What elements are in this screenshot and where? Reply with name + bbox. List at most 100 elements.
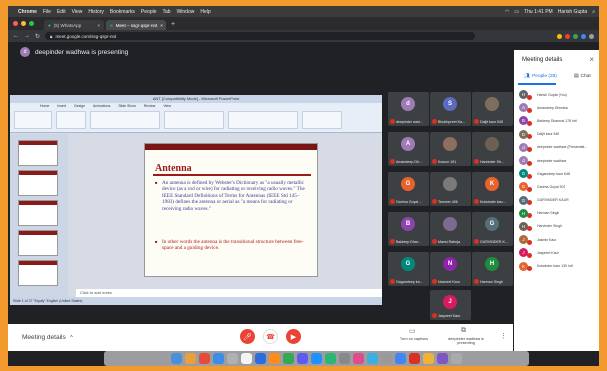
maps-icon[interactable] [325,353,336,364]
captions-button-label[interactable]: Turn on captions [396,337,432,341]
participant-tile[interactable]: S Bhubhpreet Ka... [430,92,471,126]
list-item[interactable]: G Gagandeep kaur 648 [514,167,599,180]
url-input[interactable]: 🔒︎ meet.google.com/ssg-qspr-nnt [45,32,476,40]
mic-off-button[interactable]: 🎤︎ [240,329,255,344]
close-tab-icon[interactable]: × [97,23,100,28]
back-icon[interactable]: ← [13,33,19,39]
participant-tile[interactable]: d deepinder wad... [388,92,429,126]
messages-icon[interactable] [297,353,308,364]
participant-tile[interactable]: Kusum 191 [430,132,471,166]
notes-icon[interactable] [241,353,252,364]
camera-off-button[interactable]: ▶ [286,329,301,344]
close-icon[interactable]: × [589,55,594,64]
menu-history[interactable]: History [88,9,104,15]
list-item[interactable]: J Jaspreet Kaur [514,246,599,259]
menu-tab[interactable]: Tab [163,9,171,15]
menu-file[interactable]: File [43,9,51,15]
list-item[interactable]: d deepinder wadhwa [514,154,599,167]
menu-edit[interactable]: Edit [57,9,66,15]
appstore-icon[interactable] [311,353,322,364]
more-options-icon[interactable]: ⋮ [500,332,507,340]
tab-meet[interactable]: ■ Meet – ssgr-qspr-nnt × [106,20,166,30]
forward-icon[interactable]: → [24,33,30,39]
participant-tile[interactable]: J Jaspreet Kaur [430,290,471,320]
music-icon[interactable] [353,353,364,364]
word-icon[interactable] [255,353,266,364]
current-slide[interactable]: Antenna An antenna is defined by Webster… [144,143,318,277]
ribbon-group-editing[interactable] [302,111,342,129]
meeting-details-button[interactable]: Meeting details ⌃ [22,334,74,342]
safari-icon[interactable] [213,353,224,364]
ribbon-tab-animations[interactable]: Animations [93,104,110,108]
list-item[interactable]: B Baldeep Dhanrrai 178 Intl [514,114,599,127]
profile-avatar[interactable] [589,33,594,39]
participant-tile[interactable]: G GURVINDER K... [472,212,513,246]
chrome-icon[interactable] [395,353,406,364]
slack-icon[interactable] [409,353,420,364]
facetime-icon[interactable] [283,353,294,364]
list-item[interactable]: J Jasmin Kaur [514,233,599,246]
extension-icon[interactable] [581,33,586,39]
finder-icon[interactable] [171,353,182,364]
ribbon-group-font[interactable] [90,111,160,129]
mail-icon[interactable] [227,353,238,364]
photos-icon[interactable] [269,353,280,364]
zoom-window-icon[interactable] [29,21,34,26]
search-icon[interactable]: ⌕ [592,9,595,15]
menu-view[interactable]: View [72,9,83,15]
participant-tile[interactable]: K Kulwinder kau... [472,172,513,206]
ribbon-tab-view[interactable]: View [163,104,171,108]
participant-tile[interactable]: Mansi Raheja [430,212,471,246]
participant-tile[interactable]: A Amandeep Dh... [388,132,429,166]
close-window-icon[interactable] [13,21,18,26]
trash-icon[interactable] [451,353,462,364]
ribbon-tab-design[interactable]: Design [74,104,85,108]
slide-thumbnail[interactable] [18,230,58,256]
reload-icon[interactable]: ↻ [35,33,40,40]
telegram-icon[interactable] [367,353,378,364]
ribbon-tab-slideshow[interactable]: Slide Show [118,104,136,108]
ribbon-tab-insert[interactable]: Insert [57,104,66,108]
menu-people[interactable]: People [141,9,157,15]
new-tab-button[interactable]: + [168,20,178,30]
list-item[interactable]: d deepinder wadhwa (Presentati... [514,141,599,154]
brave-icon[interactable] [199,353,210,364]
menu-bookmarks[interactable]: Bookmarks [110,9,135,15]
ribbon-group-clipboard[interactable] [14,111,52,129]
participant-tile[interactable]: Tanveer 406 [430,172,471,206]
participant-tile[interactable]: G Gagandeep ka... [388,252,429,286]
ribbon-group-paragraph[interactable] [164,111,224,129]
participant-tile[interactable]: G Garima Goyal ... [388,172,429,206]
launchpad-icon[interactable] [185,353,196,364]
menubar-clock[interactable]: Thu 1:41 PM [524,9,553,15]
participant-tile[interactable]: B Baldeep Dhar... [388,212,429,246]
folder-icon[interactable] [423,353,434,364]
notes-pane[interactable]: Click to add notes [76,289,382,297]
present-icon[interactable]: ⧉ [461,327,466,335]
list-item[interactable]: H Harvinder Singh [514,220,599,233]
extension-icon[interactable] [573,33,578,39]
list-item[interactable]: K Kulwinder kaur 139 Intl [514,259,599,272]
teams-icon[interactable] [437,353,448,364]
captions-icon[interactable]: ▭ [409,327,416,335]
tab-chat[interactable]: ▤ Chat [574,74,591,79]
participant-tile[interactable]: H Harman Singh [472,252,513,286]
menubar-user[interactable]: Harish Gupta [558,9,587,15]
slide-thumbnail[interactable] [18,170,58,196]
list-item[interactable]: H Harish Gupta (You) [514,88,599,101]
participant-tile[interactable]: Daljit kaur 545 [472,92,513,126]
slide-thumbnail[interactable] [18,140,58,166]
presenting-label[interactable]: deepinder wadhwa is presenting [442,337,490,345]
wifi-icon[interactable]: ◠ [505,9,509,15]
list-item[interactable]: G GURVINDER KAUR [514,194,599,207]
slide-thumbnail[interactable] [18,260,58,286]
leave-call-button[interactable]: ☎ [263,329,278,344]
tab-people[interactable]: 👥︎ People (28) [524,74,557,79]
menu-help[interactable]: Help [200,9,210,15]
settings-icon[interactable] [339,353,350,364]
list-item[interactable]: H Harman Singh [514,207,599,220]
tab-whatsapp[interactable]: ● (5) WhatsApp × [44,20,104,30]
close-tab-icon[interactable]: × [160,23,163,28]
extension-icon[interactable] [565,33,570,39]
minimize-window-icon[interactable] [21,21,26,26]
